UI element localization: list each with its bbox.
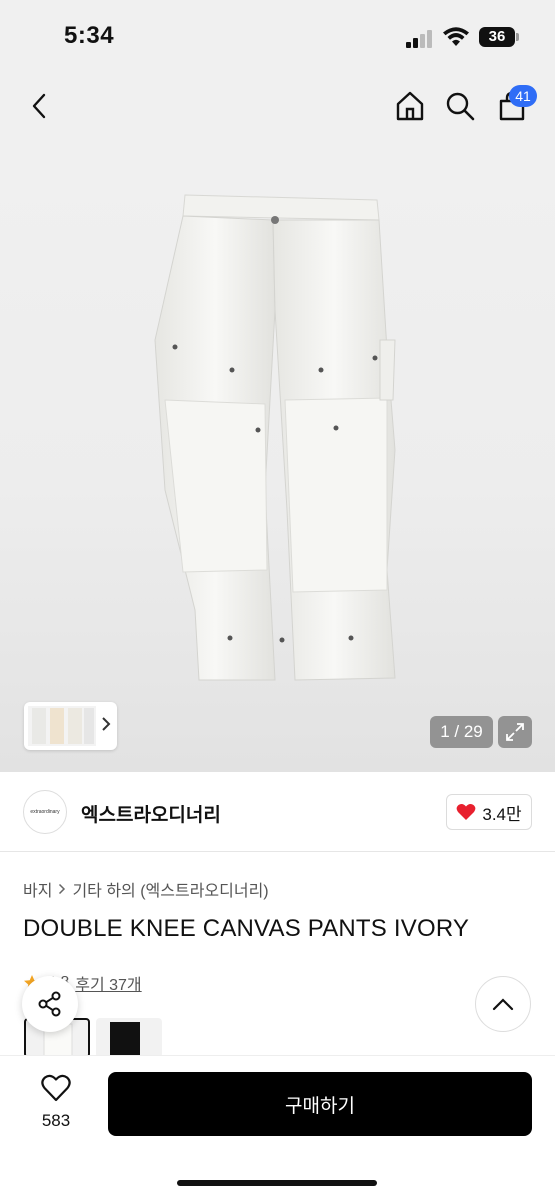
product-image-gallery[interactable]: 1 / 29	[0, 142, 555, 772]
breadcrumb-category[interactable]: 바지	[23, 877, 52, 901]
signal-icon	[406, 30, 434, 48]
chevron-up-icon	[492, 998, 514, 1011]
battery-indicator: 36	[479, 27, 515, 47]
product-title: DOUBLE KNEE CANVAS PANTS IVORY	[23, 915, 470, 942]
image-counter: 1 / 29	[430, 716, 493, 748]
home-icon[interactable]	[392, 88, 428, 124]
thumbnail-strip[interactable]	[24, 702, 117, 750]
chevron-right-icon	[102, 717, 111, 731]
share-icon	[38, 991, 61, 1017]
wifi-icon	[443, 27, 469, 46]
share-button[interactable]	[22, 976, 78, 1032]
brand-logo: extraordinary	[23, 790, 67, 834]
brand-like-button[interactable]: 3.4만	[446, 794, 532, 830]
brand-name[interactable]: 엑스트라오디너리	[81, 800, 221, 827]
scroll-to-top-button[interactable]	[475, 976, 531, 1032]
heart-filled-icon	[456, 804, 476, 820]
breadcrumb: 바지 기타 하의 (엑스트라오디너리)	[23, 877, 269, 901]
status-bar: 5:34 36	[0, 0, 555, 72]
cart-count-badge: 41	[509, 85, 537, 107]
status-time: 5:34	[64, 22, 115, 49]
heart-outline-icon	[41, 1074, 71, 1102]
product-image	[154, 194, 396, 681]
variant-black[interactable]	[96, 1018, 162, 1058]
back-icon[interactable]	[22, 88, 58, 124]
breadcrumb-subcategory[interactable]: 기타 하의 (엑스트라오디너리)	[72, 877, 268, 901]
chevron-right-icon	[59, 883, 66, 895]
search-icon[interactable]	[442, 88, 478, 124]
wishlist-count: 583	[41, 1111, 71, 1130]
brand-row[interactable]: extraordinary 엑스트라오디너리 3.4만	[0, 772, 555, 852]
wishlist-button[interactable]: 583	[30, 1074, 82, 1131]
review-count-link[interactable]: 후기 37개	[75, 971, 141, 995]
battery-cap	[516, 33, 519, 41]
nav-bar	[0, 72, 555, 142]
brand-like-count: 3.4만	[482, 804, 522, 824]
home-indicator	[177, 1180, 377, 1186]
expand-icon[interactable]	[498, 716, 532, 748]
bottom-bar: 583 구매하기	[0, 1055, 555, 1200]
buy-button[interactable]: 구매하기	[108, 1072, 532, 1136]
thumbnail-image	[28, 706, 96, 746]
